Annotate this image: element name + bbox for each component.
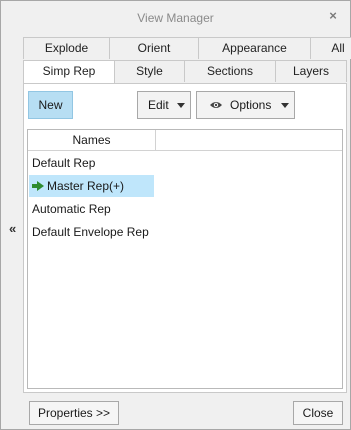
edit-label: Edit: [148, 98, 169, 112]
list-item-default-rep[interactable]: Default Rep: [29, 152, 95, 174]
list-item-label: Default Rep: [32, 156, 96, 170]
options-label: Options: [230, 98, 272, 112]
tab-sections[interactable]: Sections: [184, 60, 276, 82]
tab-explode[interactable]: Explode: [23, 37, 110, 59]
tab-row-front: Simp Rep Style Sections Layers: [23, 60, 347, 83]
close-button[interactable]: Close: [293, 401, 343, 425]
green-arrow-icon: [32, 180, 44, 191]
tab-layers[interactable]: Layers: [275, 60, 347, 82]
eye-icon: [210, 102, 222, 108]
collapse-panel-icon[interactable]: «: [9, 222, 16, 236]
view-manager-window: View Manager × « Explode Orient Appearan…: [0, 0, 351, 430]
list-item-master-rep[interactable]: Master Rep(+): [29, 175, 154, 197]
chevron-down-icon: [281, 103, 289, 108]
options-dropdown-button[interactable]: Options: [196, 91, 295, 119]
rep-list[interactable]: Names Default Rep Master Rep(+) Automati…: [27, 129, 343, 389]
chevron-down-icon: [177, 103, 185, 108]
title-bar: View Manager ×: [1, 1, 350, 35]
new-button[interactable]: New: [28, 91, 73, 119]
tab-strip: Explode Orient Appearance All Simp Rep S…: [23, 37, 351, 83]
window-title: View Manager: [137, 11, 214, 25]
list-item-automatic-rep[interactable]: Automatic Rep: [29, 198, 111, 220]
simp-rep-panel: New Edit Options Names Default Rep Maste…: [23, 83, 347, 393]
tab-style[interactable]: Style: [114, 60, 185, 82]
list-item-label: Master Rep(+): [47, 179, 125, 193]
properties-button[interactable]: Properties >>: [29, 401, 119, 425]
list-item-default-envelope-rep[interactable]: Default Envelope Rep: [29, 221, 149, 243]
tab-appearance[interactable]: Appearance: [198, 37, 311, 59]
tab-all[interactable]: All: [310, 37, 351, 59]
close-icon[interactable]: ×: [326, 9, 340, 23]
tab-row-back: Explode Orient Appearance All: [23, 37, 351, 59]
tab-simp-rep[interactable]: Simp Rep: [23, 60, 115, 83]
list-item-label: Automatic Rep: [32, 202, 111, 216]
names-column-header[interactable]: Names: [28, 130, 156, 150]
list-header: Names: [28, 130, 342, 151]
list-item-label: Default Envelope Rep: [32, 225, 149, 239]
edit-dropdown-button[interactable]: Edit: [137, 91, 191, 119]
tab-orient[interactable]: Orient: [109, 37, 199, 59]
